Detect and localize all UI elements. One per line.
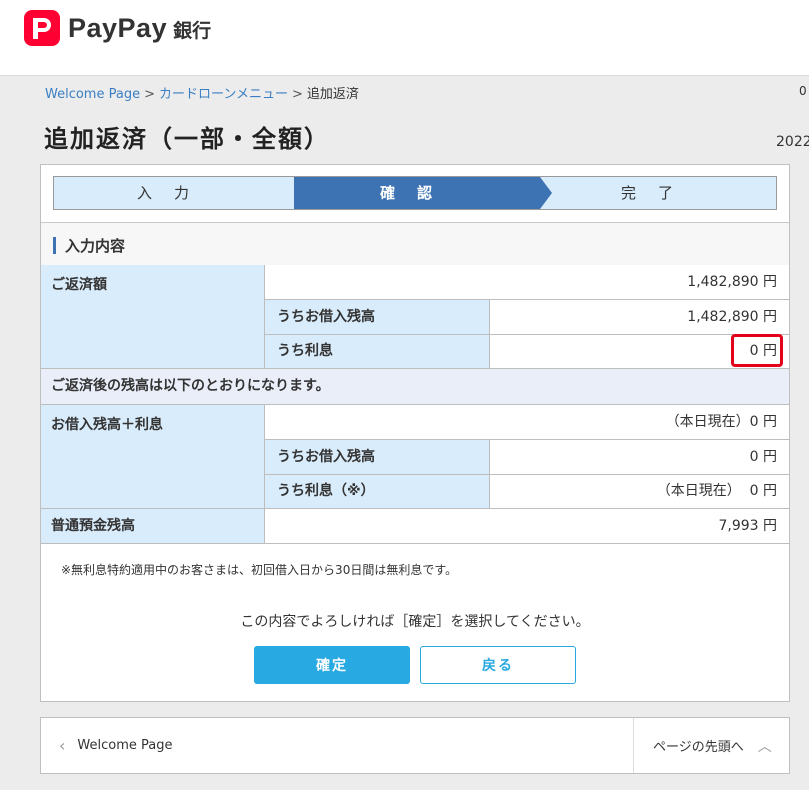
balance-interest-label: うち利息（※）: [265, 475, 490, 509]
balance-interest-value: （本日現在） 0 円: [490, 475, 789, 509]
breadcrumb-current: 追加返済: [306, 87, 359, 102]
footer-welcome-link[interactable]: ‹ Welcome Page: [41, 718, 172, 773]
page-top-link[interactable]: ページの先頭へ ︿: [633, 718, 789, 773]
repayment-principal-value: 1,482,890 円: [490, 300, 789, 335]
after-repayment-notice: ご返済後の残高は以下のとおりになります。: [41, 369, 789, 405]
edge-cut-date: 2022: [776, 134, 809, 150]
back-button[interactable]: 戻る: [420, 646, 576, 684]
footer-nav: ‹ Welcome Page ページの先頭へ ︿: [40, 717, 790, 774]
footer-welcome-label: Welcome Page: [77, 738, 173, 753]
interest-highlight-box: [731, 334, 783, 367]
breadcrumb-welcome-link[interactable]: Welcome Page: [45, 87, 140, 102]
step-indicator: 入力 確認 完了: [53, 176, 777, 210]
confirm-button[interactable]: 確定: [254, 646, 410, 684]
page-title: 追加返済（一部・全額）: [44, 125, 330, 153]
deposit-label: 普通預金残高: [41, 509, 265, 544]
repayment-total: 1,482,890 円: [265, 265, 789, 300]
section-title-text: 入力内容: [65, 237, 126, 255]
page-top-label: ページの先頭へ: [653, 740, 744, 755]
section-title: 入力内容: [41, 222, 789, 266]
step-input: 入力: [136, 184, 211, 202]
confirm-panel: 入力 確認 完了 入力内容 ご返済額 1,482,890 円 うちお借入残高 1…: [40, 164, 790, 702]
repayment-label: ご返済額: [41, 265, 265, 369]
footnote: ※無利息特約適用中のお客さまは、初回借入日から30日間は無利息です。: [61, 563, 458, 577]
breadcrumb-separator: >: [291, 87, 303, 102]
brand-suffix: 銀行: [173, 19, 212, 42]
chevron-left-icon: ‹: [59, 736, 66, 755]
balance-principal-label: うちお借入残高: [265, 440, 490, 475]
breadcrumb-separator: >: [144, 87, 155, 102]
step-complete: 完了: [620, 184, 695, 202]
confirm-message: この内容でよろしければ［確定］を選択してください。: [240, 614, 590, 630]
section-marker: [53, 237, 56, 254]
edge-cut-text: 0: [799, 84, 807, 98]
step-confirm: 確認: [294, 177, 540, 209]
breadcrumb: Welcome Page > カードローンメニュー > 追加返済: [45, 83, 359, 102]
brand-logo[interactable]: PayPay 銀行: [24, 10, 211, 46]
balance-principal-value: 0 円: [490, 440, 789, 475]
brand-name: PayPay: [68, 12, 168, 43]
balance-total: （本日現在）0 円: [265, 405, 789, 440]
breadcrumb-cardloan-link[interactable]: カードローンメニュー: [159, 87, 288, 102]
site-header: PayPay 銀行: [0, 0, 809, 76]
repayment-principal-label: うちお借入残高: [265, 300, 490, 335]
balance-label: お借入残高＋利息: [41, 405, 265, 509]
paypay-logo-icon: [24, 10, 60, 46]
repayment-interest-label: うち利息: [265, 335, 490, 369]
chevron-up-icon: ︿: [757, 738, 772, 755]
deposit-value: 7,993 円: [265, 509, 789, 544]
